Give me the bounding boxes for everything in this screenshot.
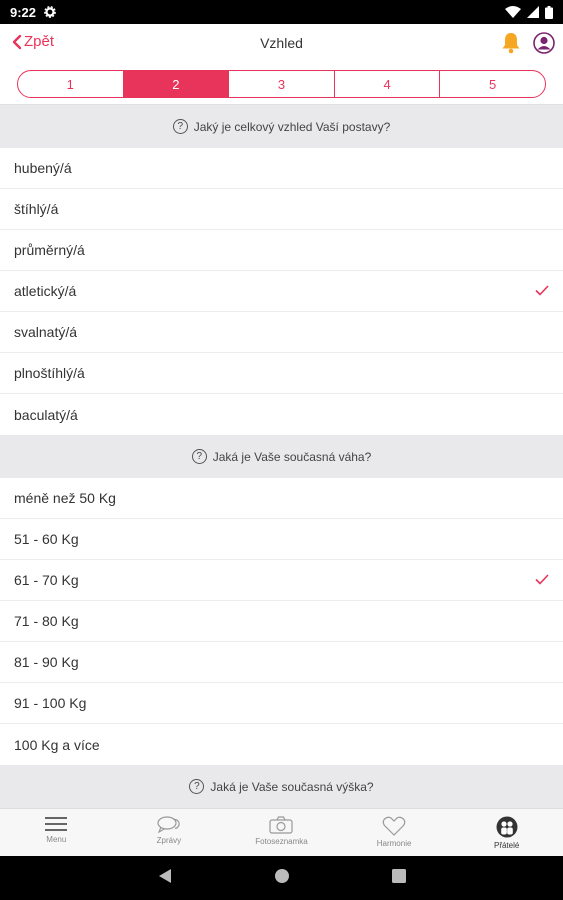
list-item[interactable]: svalnatý/á: [0, 312, 563, 353]
camera-icon: [269, 816, 294, 834]
list-item[interactable]: 100 Kg a více: [0, 724, 563, 765]
list-item-selected[interactable]: atletický/á: [0, 271, 563, 312]
option-label: 71 - 80 Kg: [14, 613, 79, 629]
recents-nav-button[interactable]: [391, 868, 406, 888]
option-label: 91 - 100 Kg: [14, 695, 87, 711]
option-label: 51 - 60 Kg: [14, 531, 79, 547]
tab-label: Přátelé: [493, 841, 520, 850]
home-circle-icon: [274, 868, 289, 883]
tab-label: Fotoseznamka: [255, 837, 308, 846]
status-bar: 9:22: [0, 0, 563, 24]
tab-label: Zprávy: [156, 836, 182, 845]
bottom-tab-bar: Menu Zprávy Fotoseznamka Harmonie Přátel…: [0, 808, 563, 856]
friends-icon: [496, 816, 518, 838]
system-nav-bar: [0, 856, 563, 900]
step-tab-3[interactable]: 3: [229, 71, 335, 97]
help-icon[interactable]: ?: [172, 119, 188, 134]
section-question: Jaký je celkový vzhled Vaší postavy?: [193, 119, 391, 134]
option-label: 81 - 90 Kg: [14, 654, 79, 670]
option-label: 100 Kg a více: [14, 736, 100, 753]
signal-icon: [527, 6, 539, 18]
step-tab-1[interactable]: 1: [18, 71, 124, 97]
option-label: štíhlý/á: [14, 201, 59, 217]
section-header-weight: ? Jaká je Vaše současná váha?: [0, 435, 563, 478]
option-label: baculatý/á: [14, 406, 78, 423]
section-header-figure: ? Jaký je celkový vzhled Vaší postavy?: [0, 105, 563, 148]
tab-label: Menu: [46, 835, 67, 844]
tab-friends[interactable]: Přátelé: [450, 809, 563, 856]
list-item[interactable]: 81 - 90 Kg: [0, 642, 563, 683]
option-label: atletický/á: [14, 283, 77, 299]
help-icon[interactable]: ?: [191, 449, 207, 464]
recents-square-icon: [391, 868, 406, 883]
list-item[interactable]: plnoštíhlý/á: [0, 353, 563, 394]
heart-icon: [382, 816, 406, 836]
section-header-height: ? Jaká je Vaše současná výška?: [0, 765, 563, 808]
messages-icon: [157, 816, 180, 833]
option-label: plnoštíhlý/á: [14, 365, 85, 381]
status-time: 9:22: [10, 4, 37, 20]
list-item[interactable]: 71 - 80 Kg: [0, 601, 563, 642]
option-label: méně než 50 Kg: [14, 490, 116, 506]
list-item[interactable]: 91 - 100 Kg: [0, 683, 563, 724]
tab-harmony[interactable]: Harmonie: [338, 809, 451, 856]
section-question: Jaká je Vaše současná váha?: [212, 449, 372, 464]
tab-photo-dating[interactable]: Fotoseznamka: [225, 809, 338, 856]
home-nav-button[interactable]: [274, 868, 290, 889]
list-item-selected[interactable]: 61 - 70 Kg: [0, 560, 563, 601]
battery-icon: [545, 5, 553, 19]
page-title: Vzhled: [260, 35, 303, 51]
weight-options: méně než 50 Kg 51 - 60 Kg 61 - 70 Kg 71 …: [0, 478, 563, 765]
step-tab-2[interactable]: 2: [123, 71, 230, 97]
checkmark-icon: [535, 574, 549, 585]
list-item[interactable]: průměrný/á: [0, 230, 563, 271]
form-list: ? Jaký je celkový vzhled Vaší postavy? h…: [0, 105, 563, 808]
notifications-button[interactable]: [501, 32, 521, 59]
list-item[interactable]: hubený/á: [0, 148, 563, 189]
help-icon[interactable]: ?: [189, 779, 205, 794]
option-label: hubený/á: [14, 160, 72, 176]
list-item[interactable]: štíhlý/á: [0, 189, 563, 230]
figure-options: hubený/á štíhlý/á průměrný/á atletický/á…: [0, 148, 563, 435]
step-tab-4[interactable]: 4: [335, 71, 441, 97]
app-header: Zpět Vzhled: [0, 24, 563, 64]
list-item[interactable]: baculatý/á: [0, 394, 563, 435]
menu-icon: [45, 817, 68, 831]
profile-button[interactable]: [533, 32, 555, 59]
option-label: průměrný/á: [14, 242, 85, 258]
section-question: Jaká je Vaše současná výška?: [210, 779, 374, 794]
back-nav-button[interactable]: [158, 868, 172, 889]
bell-icon: [502, 33, 520, 54]
tab-label: Harmonie: [376, 839, 412, 848]
tab-menu[interactable]: Menu: [0, 809, 113, 856]
option-label: svalnatý/á: [14, 324, 78, 340]
step-selector: 1 2 3 4 5: [17, 70, 546, 98]
list-item[interactable]: méně než 50 Kg: [0, 478, 563, 519]
back-triangle-icon: [158, 868, 171, 883]
checkmark-icon: [535, 285, 549, 296]
list-item[interactable]: 51 - 60 Kg: [0, 519, 563, 560]
option-label: 61 - 70 Kg: [14, 572, 79, 588]
profile-icon: [533, 32, 555, 54]
tab-messages[interactable]: Zprávy: [113, 809, 226, 856]
wifi-icon: [505, 6, 521, 18]
step-tab-5[interactable]: 5: [440, 71, 545, 97]
settings-icon: [44, 6, 56, 18]
